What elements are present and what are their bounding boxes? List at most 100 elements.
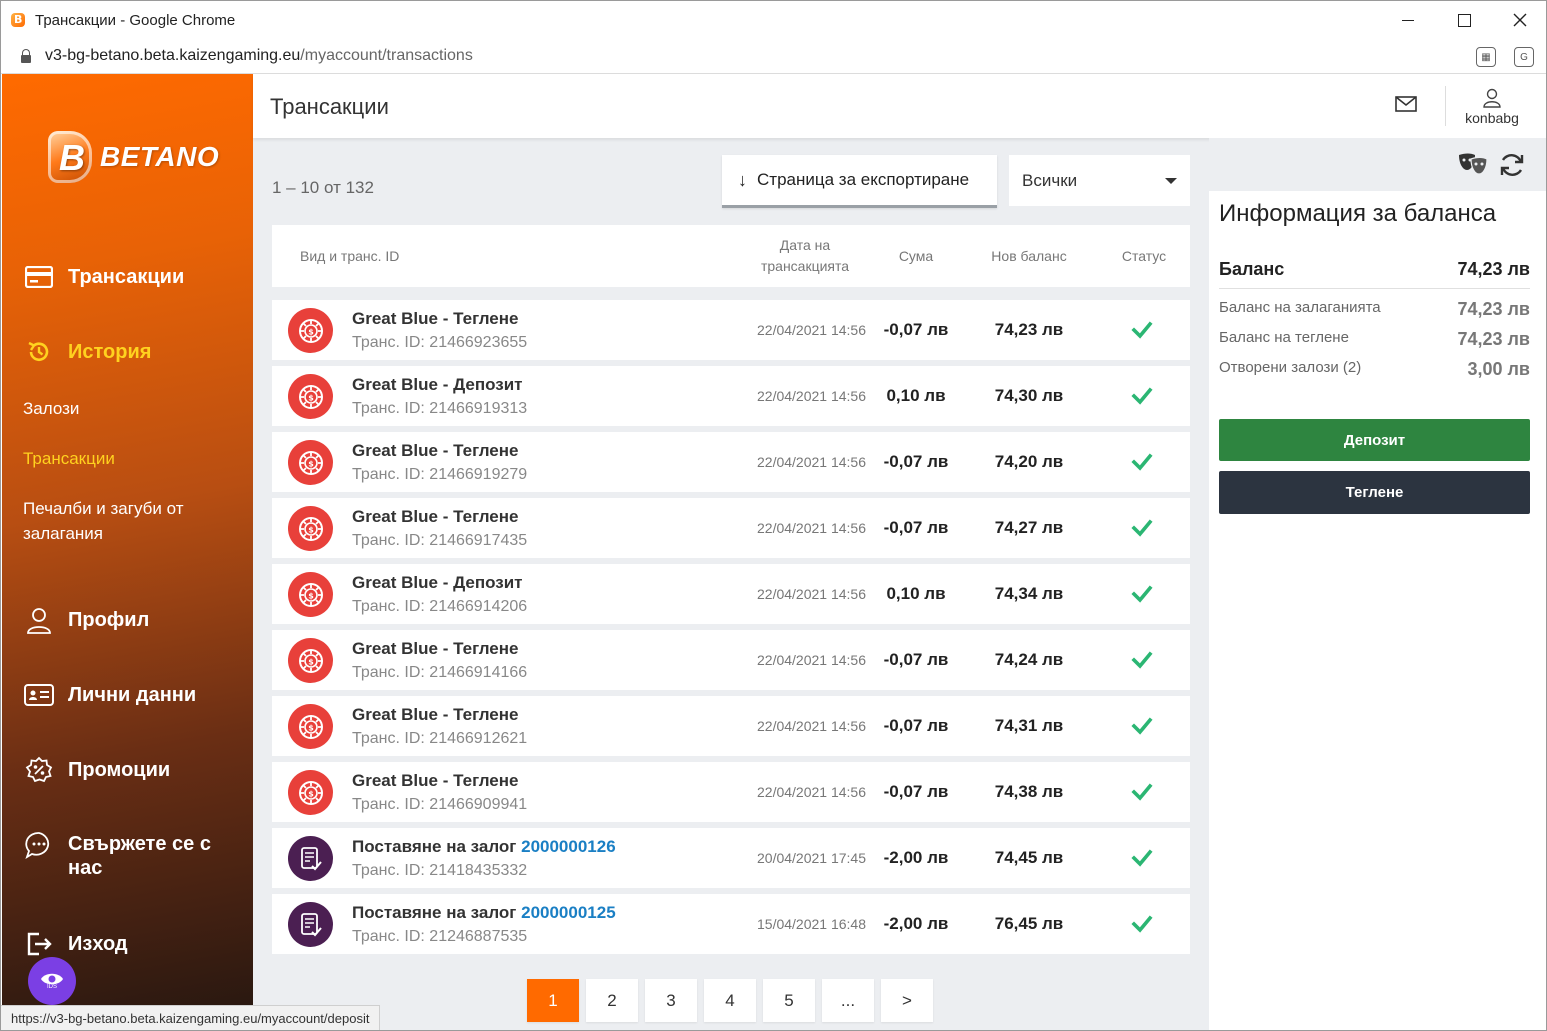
nav-logout[interactable]: Изход	[24, 929, 128, 959]
refresh-icon[interactable]	[1498, 151, 1526, 179]
status-check-icon	[1130, 846, 1154, 870]
nav-contact[interactable]: Свържете се с нас	[24, 832, 218, 880]
url-path: /myaccount/transactions	[300, 47, 473, 64]
user-icon	[24, 605, 54, 635]
chat-bubble-icon	[24, 830, 54, 860]
transaction-name-text: Great Blue - Теглене	[352, 705, 519, 724]
page-button[interactable]: 2	[586, 979, 638, 1022]
transaction-amount: -0,07 лв	[883, 650, 949, 669]
transaction-filter-select[interactable]: Всички	[1009, 155, 1190, 206]
qr-code-icon[interactable]: ▦	[1476, 47, 1496, 67]
close-window-button[interactable]	[1492, 1, 1546, 39]
nav-transactions-label: Трансакции	[68, 265, 185, 288]
nav-profile[interactable]: Профил	[24, 605, 149, 635]
transaction-name: Great Blue - Теглене	[352, 639, 518, 659]
balance-panel-toolbar	[1209, 138, 1546, 191]
transaction-date: 22/04/2021 14:56	[757, 784, 866, 800]
caret-down-icon	[1165, 178, 1177, 184]
transaction-row[interactable]: $ Great Blue - Теглене Транс. ID: 21466912…	[272, 696, 1190, 756]
transaction-name-text: Great Blue - Депозит	[352, 573, 523, 592]
top-bar: Трансакции konbabg	[253, 74, 1546, 138]
ids-badge[interactable]: IDS	[28, 957, 76, 1005]
subnav-bets[interactable]: Залози	[23, 396, 79, 421]
transaction-name-text: Great Blue - Теглене	[352, 441, 519, 460]
mail-icon[interactable]	[1395, 96, 1417, 112]
balance-row-withdrawable: Баланс на теглене 74,23 лв	[1219, 329, 1530, 350]
transaction-row[interactable]: $ Great Blue - Теглене Транс. ID: 21466923…	[272, 300, 1190, 360]
status-check-icon	[1130, 780, 1154, 804]
transaction-new-balance: 74,34 лв	[994, 584, 1064, 603]
transaction-row[interactable]: $ Great Blue - Теглене Транс. ID: 21466914…	[272, 630, 1190, 690]
svg-text:$: $	[308, 393, 314, 402]
filter-value: Всички	[1022, 170, 1078, 190]
page-button[interactable]: 5	[763, 979, 815, 1022]
nav-logout-label: Изход	[68, 932, 128, 955]
transaction-amount: -0,07 лв	[883, 518, 949, 537]
nav-history[interactable]: История	[24, 337, 151, 367]
url-host: v3-bg-betano.beta.kaizengaming.eu	[45, 47, 301, 64]
svg-text:$: $	[308, 723, 314, 732]
next-page-button[interactable]: >	[881, 979, 933, 1022]
nav-promotions-label: Промоции	[68, 758, 171, 781]
page-button[interactable]: 3	[645, 979, 697, 1022]
casino-type-icon: $	[288, 638, 333, 683]
close-icon	[1513, 13, 1527, 27]
maximize-button[interactable]	[1436, 1, 1492, 39]
balance-row-open-bets[interactable]: Отворени залози (2) 3,00 лв	[1219, 359, 1530, 380]
betano-favicon-icon	[11, 12, 27, 28]
page-title: Трансакции	[270, 94, 389, 119]
transaction-new-balance: 76,45 лв	[994, 914, 1064, 933]
nav-promotions[interactable]: Промоции	[24, 755, 170, 785]
transaction-id: Транс. ID: 21466919279	[352, 466, 528, 483]
transaction-name: Great Blue - Теглене	[352, 771, 518, 791]
transaction-id: Транс. ID: 21418435332	[352, 862, 528, 879]
balance-row-label: Баланс на теглене	[1219, 329, 1349, 346]
theater-masks-icon[interactable]	[1457, 152, 1489, 176]
transaction-date: 22/04/2021 14:56	[757, 586, 866, 602]
casino-type-icon: $	[288, 770, 333, 815]
transaction-row[interactable]: $ Great Blue - Теглене Транс. ID: 21466917…	[272, 498, 1190, 558]
username: konbabg	[1465, 110, 1519, 126]
url-text[interactable]: v3-bg-betano.beta.kaizengaming.eu/myacco…	[45, 47, 473, 65]
casino-type-icon: $	[288, 374, 333, 419]
nav-transactions[interactable]: Трансакции	[24, 262, 184, 292]
withdraw-button[interactable]: Теглене	[1219, 471, 1530, 514]
transaction-row[interactable]: Поставяне на залог 2000000126 Транс. ID: …	[272, 828, 1190, 888]
transaction-name-text: Поставяне на залог	[352, 903, 522, 922]
transaction-row[interactable]: Поставяне на залог 2000000125 Транс. ID: …	[272, 894, 1190, 954]
export-page-button[interactable]: ↓ Страница за експортиране	[722, 155, 997, 208]
transaction-row[interactable]: $ Great Blue - Депозит Транс. ID: 21466914…	[272, 564, 1190, 624]
bet-id-link[interactable]: 2000000126	[521, 837, 616, 856]
transaction-name: Great Blue - Теглене	[352, 441, 518, 461]
page-button[interactable]: 1	[527, 979, 579, 1022]
address-bar[interactable]: v3-bg-betano.beta.kaizengaming.eu/myacco…	[1, 39, 1546, 74]
user-menu[interactable]: konbabg	[1453, 88, 1531, 126]
transaction-row[interactable]: $ Great Blue - Теглене Транс. ID: 21466919…	[272, 432, 1190, 492]
main-content: Трансакции konbabg 1 – 10 от 132 ↓ Стран…	[253, 74, 1546, 1030]
balance-main-value: 74,23 лв	[1457, 259, 1530, 279]
subnav-transactions[interactable]: Трансакции	[23, 446, 115, 471]
transaction-amount: 0,10 лв	[886, 584, 946, 603]
history-icon	[24, 337, 54, 367]
transaction-row[interactable]: $ Great Blue - Теглене Транс. ID: 21466909…	[272, 762, 1190, 822]
betano-logo[interactable]: BETANO	[46, 129, 219, 185]
page-button[interactable]: 4	[704, 979, 756, 1022]
id-card-icon	[24, 680, 54, 710]
transaction-id: Транс. ID: 21466919313	[352, 400, 528, 417]
transaction-amount: 0,10 лв	[886, 386, 946, 405]
casino-type-icon: $	[288, 440, 333, 485]
nav-personal-data[interactable]: Лични данни	[24, 680, 196, 710]
page-ellipsis-button[interactable]: ...	[822, 979, 874, 1022]
deposit-button[interactable]: Депозит	[1219, 419, 1530, 461]
transaction-row[interactable]: $ Great Blue - Депозит Транс. ID: 21466919…	[272, 366, 1190, 426]
transaction-id: Транс. ID: 21466914206	[352, 598, 528, 615]
transaction-date: 22/04/2021 14:56	[757, 388, 866, 404]
transaction-date: 22/04/2021 14:56	[757, 520, 866, 536]
minimize-button[interactable]	[1380, 1, 1436, 39]
subnav-winloss[interactable]: Печалби и загуби от залагания	[23, 496, 223, 546]
transaction-amount: -0,07 лв	[883, 782, 949, 801]
translate-icon[interactable]: G	[1514, 47, 1534, 67]
transaction-date: 22/04/2021 14:56	[757, 718, 866, 734]
bet-id-link[interactable]: 2000000125	[521, 903, 616, 922]
transaction-id: Транс. ID: 21466914166	[352, 664, 528, 681]
